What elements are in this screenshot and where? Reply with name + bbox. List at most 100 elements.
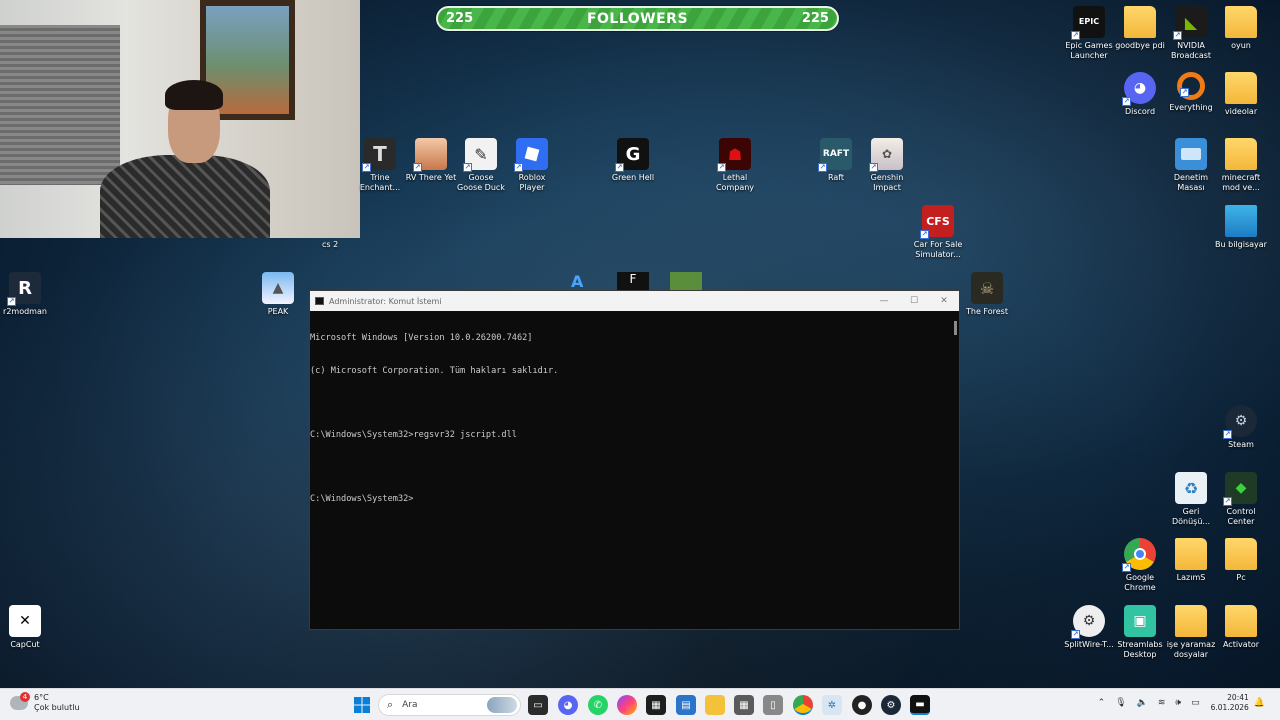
desktop-icon-peak[interactable]: ▲ PEAK [252, 272, 304, 317]
app-icon[interactable]: ▤ [676, 695, 696, 715]
hidden-app-icon[interactable]: A [571, 272, 593, 291]
search-highlight-image [487, 697, 517, 713]
goose-icon: ✎ ↗ [463, 138, 497, 172]
search-icon: ⌕ [387, 698, 394, 711]
desktop-icon-lethal-company[interactable]: ☗ ↗ Lethal Company [709, 138, 761, 193]
cmd-window[interactable]: Administrator: Komut İstemi — ☐ ✕ Micros… [309, 290, 960, 630]
app-icon[interactable]: ▦ [646, 695, 666, 715]
task-view-icon[interactable]: ▭ [528, 695, 548, 715]
lethal-company-icon: ☗ ↗ [717, 138, 751, 172]
battery-icon[interactable]: ▭ [1191, 698, 1200, 708]
desktop-icon-pc[interactable]: Pc [1215, 538, 1267, 583]
volume-icon[interactable]: 🕪 [1175, 698, 1181, 708]
desktop-icon-genshin-impact[interactable]: ✿ ↗ Genshin Impact [861, 138, 913, 193]
cmd-line [310, 398, 959, 409]
minecraft-icon[interactable] [670, 272, 702, 290]
raft-icon: RAFT ↗ [818, 138, 852, 172]
webcam-caption: cs 2 [322, 240, 339, 249]
app-icon[interactable]: ✲ [822, 695, 842, 715]
cmd-output[interactable]: Microsoft Windows [Version 10.0.26200.74… [310, 311, 959, 526]
cmd-scrollbar[interactable] [954, 321, 957, 335]
webcam-overlay [0, 0, 360, 238]
chevron-up-icon[interactable]: ⌃ [1098, 698, 1106, 708]
weather-widget[interactable]: 4 6°C Çok bulutlu [10, 692, 80, 713]
hidden-app-icon[interactable]: F [617, 272, 649, 290]
system-tray: ⌃ 🎙 🔈 ≋ 🕪 ▭ 20:41 6.01.2026 🔔 [1093, 693, 1270, 713]
desktop-icon-nvidia-broadcast[interactable]: ◣ ↗ NVIDIA Broadcast [1165, 6, 1217, 61]
speaker-icon[interactable]: 🔈 [1137, 698, 1148, 708]
weather-temp: 6°C [34, 693, 49, 702]
green-hell-icon: G ↗ [615, 138, 649, 172]
chrome-taskbar-icon[interactable] [793, 695, 813, 715]
desktop-icon-green-hell[interactable]: G ↗ Green Hell [607, 138, 659, 183]
desktop-icon-splitwire[interactable]: ⚙ ↗ SplitWire-T... [1063, 605, 1115, 650]
capcut-icon: ✕ [9, 605, 41, 637]
steam-taskbar-icon[interactable]: ⚙ [881, 695, 901, 715]
desktop-icon-videolar[interactable]: videolar [1215, 72, 1267, 117]
desktop-icon-rv-there-yet[interactable]: ↗ RV There Yet [405, 138, 457, 183]
desktop-icon-raft[interactable]: RAFT ↗ Raft [810, 138, 862, 183]
cmd-line: C:\Windows\System32>regsvr32 jscript.dll [310, 429, 517, 440]
desktop-icon-discord[interactable]: ◕ ↗ Discord [1114, 72, 1166, 117]
cmd-taskbar-icon[interactable]: ▬ [910, 695, 930, 715]
minimize-icon[interactable]: — [869, 296, 899, 306]
maximize-icon[interactable]: ☐ [899, 296, 929, 306]
desktop-icon-roblox[interactable]: ↗ Roblox Player [506, 138, 558, 193]
mouse-app-icon[interactable]: ▯ [763, 695, 783, 715]
desktop-icon-everything[interactable]: ↗ Everything [1165, 72, 1217, 113]
desktop-icon-bu-bilgisayar[interactable]: Bu bilgisayar [1215, 205, 1267, 250]
desktop-icon-streamlabs[interactable]: ▣ Streamlabs Desktop [1114, 605, 1166, 660]
desktop-icon-ise-yaramaz[interactable]: işe yaramaz dosyalar [1165, 605, 1217, 660]
followers-count-right: 225 [801, 11, 829, 26]
start-button[interactable] [352, 695, 372, 715]
desktop-icon-capcut[interactable]: ✕ CapCut [0, 605, 51, 650]
taskbar-search[interactable]: ⌕ Ara [378, 694, 521, 716]
notification-bell-icon[interactable]: 🔔 [1254, 698, 1265, 708]
desktop-icon-denetim-masasi[interactable]: Denetim Masası [1165, 138, 1217, 193]
cmd-titlebar[interactable]: Administrator: Komut İstemi — ☐ ✕ [310, 291, 959, 311]
cmd-prompt: C:\Windows\System32> [310, 493, 414, 504]
desktop-icon-car-for-sale[interactable]: CFS ↗ Car For Sale Simulator... [912, 205, 964, 260]
desktop-icon-lazims[interactable]: LazımS [1165, 538, 1217, 583]
desktop-icon-activator[interactable]: Activator [1215, 605, 1267, 650]
folder-icon [1124, 6, 1156, 38]
wifi-icon[interactable]: ≋ [1158, 698, 1166, 708]
streamlabs-icon: ▣ [1124, 605, 1156, 637]
close-icon[interactable]: ✕ [929, 296, 959, 306]
taskbar: 4 6°C Çok bulutlu ⌕ Ara ▭ ◕ ✆ ▦ ▤ ▦ ▯ ✲ … [0, 688, 1280, 720]
desktop-icon-epic-games[interactable]: EPIC ↗ Epic Games Launcher [1063, 6, 1115, 61]
file-explorer-icon[interactable] [705, 695, 725, 715]
folder-icon [1225, 6, 1257, 38]
folder-icon [1175, 538, 1207, 570]
cmd-line [310, 462, 959, 473]
weather-badge: 4 [20, 692, 30, 702]
weather-desc: Çok bulutlu [34, 703, 80, 712]
peak-icon: ▲ [262, 272, 294, 304]
the-forest-icon: ☠ [971, 272, 1003, 304]
splitwire-icon: ⚙ ↗ [1071, 605, 1105, 639]
whatsapp-icon[interactable]: ✆ [588, 695, 608, 715]
r2modman-icon: R ↗ [7, 272, 41, 306]
nvidia-icon: ◣ ↗ [1173, 6, 1207, 40]
desktop-icon-control-center[interactable]: ◆ ↗ Control Center [1215, 472, 1267, 527]
desktop-icon-trine[interactable]: T ↗ Trine Enchant... [354, 138, 406, 193]
desktop-icon-geri-donusum[interactable]: ♻ Geri Dönüşü... [1165, 472, 1217, 527]
obs-icon[interactable]: ● [852, 695, 872, 715]
clock[interactable]: 20:41 6.01.2026 [1211, 693, 1249, 713]
desktop-icon-goose-goose-duck[interactable]: ✎ ↗ Goose Goose Duck [455, 138, 507, 193]
desktop-icon-goodbye-pdi[interactable]: goodbye pdi [1114, 6, 1166, 51]
chrome-icon: ↗ [1122, 538, 1156, 572]
desktop-icon-google-chrome[interactable]: ↗ Google Chrome [1114, 538, 1166, 593]
folder-icon [1225, 605, 1257, 637]
desktop-icon-oyun[interactable]: oyun [1215, 6, 1267, 51]
discord-taskbar-icon[interactable]: ◕ [558, 695, 578, 715]
desktop-icon-the-forest[interactable]: ☠ The Forest [961, 272, 1013, 317]
webcam-person-hair [165, 80, 223, 110]
desktop-icon-minecraft-mod[interactable]: minecraft mod ve... [1215, 138, 1267, 193]
microphone-icon[interactable]: 🎙 [1115, 698, 1126, 708]
desktop-icon-steam[interactable]: ⚙ ↗ Steam [1215, 405, 1267, 450]
control-panel-icon [1175, 138, 1207, 170]
copilot-icon[interactable] [617, 695, 637, 715]
desktop-icon-r2modman[interactable]: R ↗ r2modman [0, 272, 51, 317]
calculator-icon[interactable]: ▦ [734, 695, 754, 715]
